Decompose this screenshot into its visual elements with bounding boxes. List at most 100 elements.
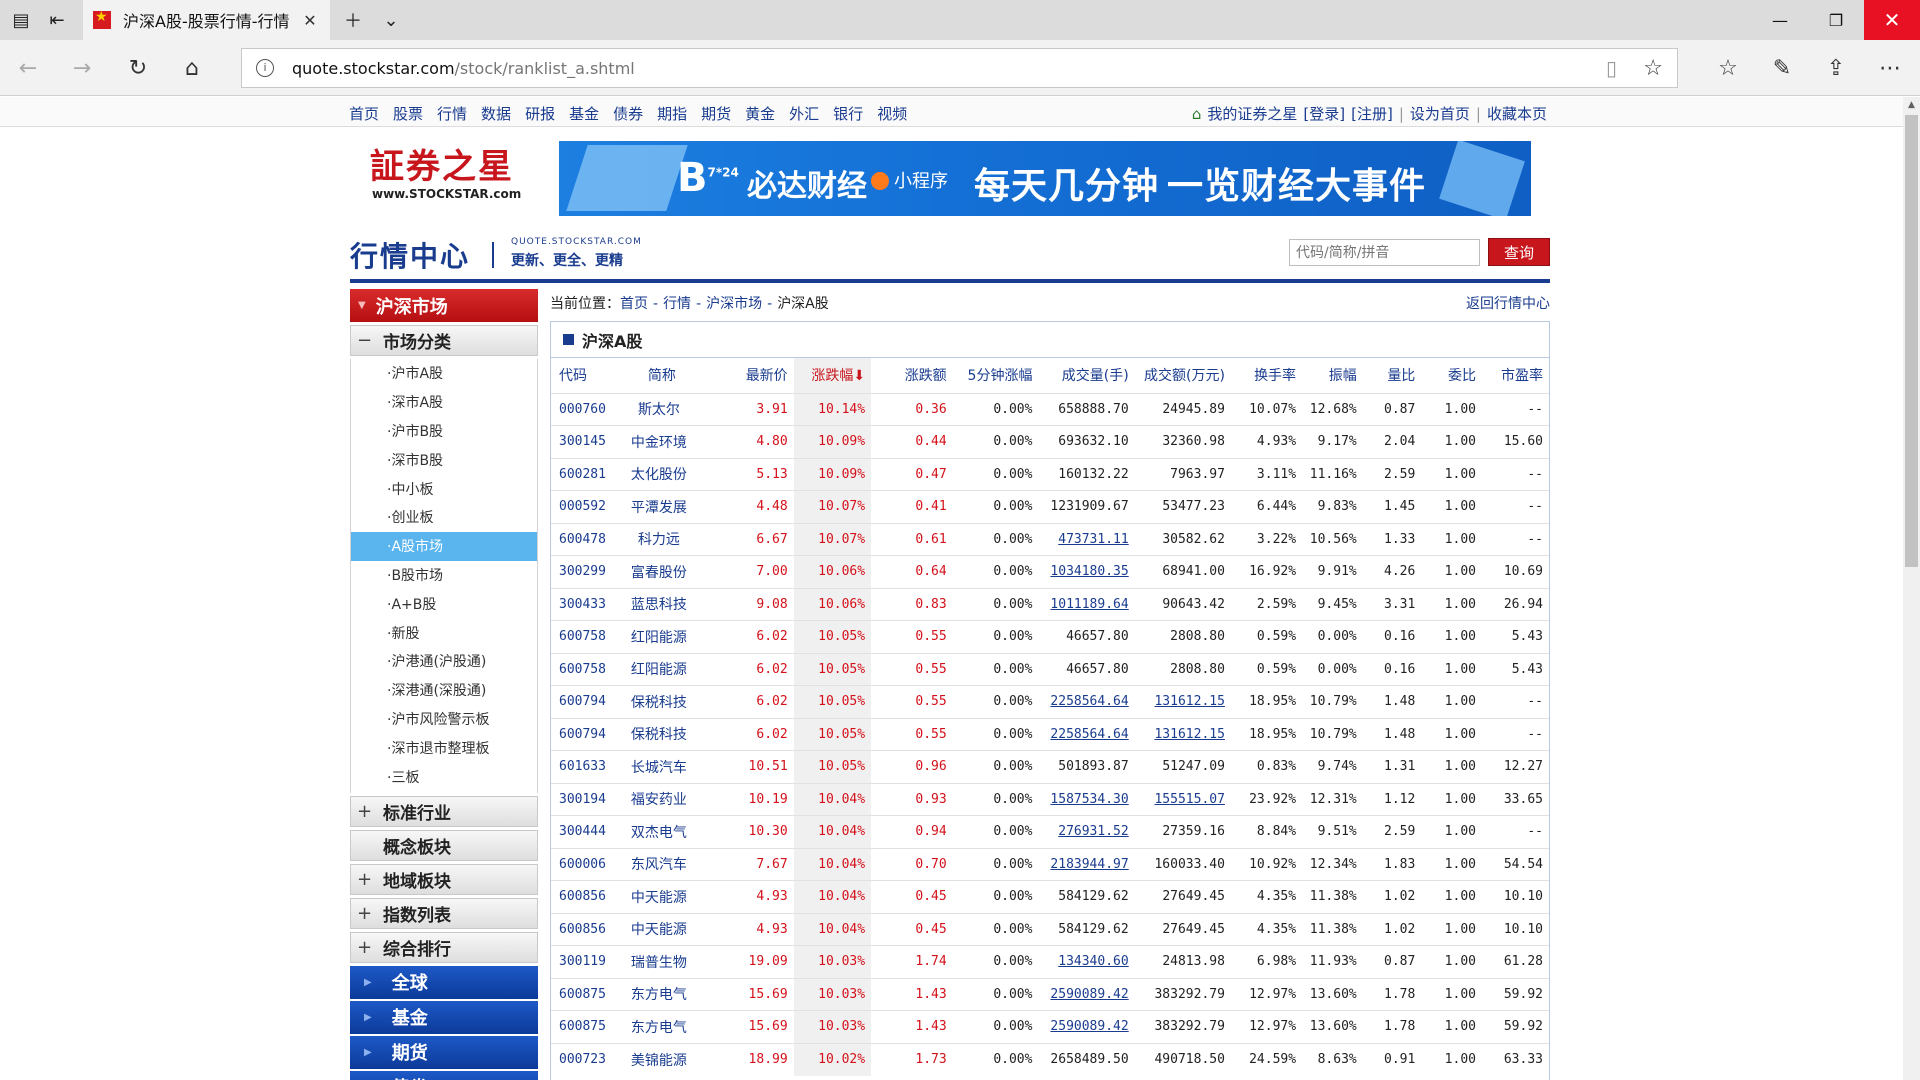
sidebar-blue-item[interactable]: ▶ 期货 [350, 1035, 538, 1069]
sidebar-item[interactable]: ·沪市风险警示板 [351, 705, 537, 734]
stock-code-link[interactable]: 601633 [551, 750, 616, 783]
topnav-link[interactable]: 行情 [437, 103, 467, 124]
sidebar-item[interactable]: ·中小板 [351, 474, 537, 503]
table-cell[interactable]: 2258564.64 [1038, 685, 1135, 718]
stock-code-link[interactable]: 300194 [551, 782, 616, 816]
new-tab-icon[interactable]: ＋ [332, 0, 374, 40]
topnav-link[interactable]: 首页 [349, 103, 379, 124]
stock-code-link[interactable]: 600478 [551, 522, 616, 556]
forward-arrow-icon[interactable]: → [62, 48, 102, 88]
scroll-up-icon[interactable]: ▲ [1903, 97, 1920, 114]
table-row[interactable]: 600794 保税科技 6.02 10.05% 0.55 0.00% 2258564.64 1… [551, 685, 1549, 718]
sidebar-group[interactable]: + 标准行业 [350, 795, 538, 827]
column-header[interactable]: 市盈率 [1482, 358, 1549, 393]
table-cell[interactable]: 2590089.42 [1038, 1010, 1135, 1043]
sidebar-item[interactable]: ·新股 [351, 618, 537, 647]
breadcrumb-market[interactable]: 沪深市场 [706, 296, 762, 312]
table-cell[interactable]: 2258564.64 [1038, 717, 1135, 751]
table-row[interactable]: 600794 保税科技 6.02 10.05% 0.55 0.00% 2258564.64 1… [551, 717, 1549, 751]
topnav-link[interactable]: 研报 [525, 103, 555, 124]
table-cell[interactable]: 473731.11 [1038, 522, 1135, 556]
vertical-scrollbar[interactable]: ▲ [1903, 97, 1920, 1080]
topnav-link[interactable]: 期货 [701, 103, 731, 124]
stock-name-link[interactable]: 瑞普生物 [615, 945, 708, 978]
stock-code-link[interactable]: 000592 [551, 490, 616, 523]
column-header[interactable]: 代码 [551, 358, 616, 393]
stock-code-link[interactable]: 300145 [551, 425, 616, 458]
stock-code-link[interactable]: 600856 [551, 912, 616, 946]
stock-name-link[interactable]: 平潭发展 [615, 490, 708, 523]
stock-code-link[interactable]: 300119 [551, 945, 616, 978]
stock-name-link[interactable]: 太化股份 [615, 457, 708, 491]
browser-tab-active[interactable]: 沪深A股-股票行情-行情 ✕ [83, 0, 330, 40]
table-row[interactable]: 600478 科力远 6.67 10.07% 0.61 0.00% 473731.11 305… [551, 522, 1549, 556]
stock-code-link[interactable]: 600758 [551, 652, 616, 686]
sidebar-group[interactable]: 概念板块 [350, 829, 538, 861]
scrollbar-thumb[interactable] [1905, 115, 1918, 567]
window-close-icon[interactable]: ✕ [1864, 0, 1920, 40]
table-cell[interactable]: 1011189.64 [1038, 587, 1135, 621]
stock-name-link[interactable]: 斯太尔 [615, 392, 708, 426]
column-header[interactable]: 简称 [616, 358, 708, 393]
table-row[interactable]: 600758 红阳能源 6.02 10.05% 0.55 0.00% 46657.80 280… [551, 652, 1549, 686]
stock-name-link[interactable]: 中天能源 [615, 880, 708, 913]
stock-name-link[interactable]: 美锦能源 [615, 1042, 708, 1076]
stock-code-link[interactable]: 300444 [551, 815, 616, 848]
topnav-link[interactable]: 债券 [613, 103, 643, 124]
table-cell[interactable]: 131612.15 [1134, 717, 1231, 751]
table-row[interactable]: 600281 太化股份 5.13 10.09% 0.47 0.00% 160132.22 79… [551, 457, 1549, 491]
table-cell[interactable]: 1034180.35 [1038, 555, 1135, 588]
register-link[interactable]: [注册] [1351, 103, 1393, 124]
column-header[interactable]: 涨跌额 [871, 358, 953, 393]
favorites-hub-icon[interactable]: ☆ [1708, 48, 1748, 88]
table-row[interactable]: 600758 红阳能源 6.02 10.05% 0.55 0.00% 46657.80 280… [551, 620, 1549, 653]
table-row[interactable]: 300119 瑞普生物 19.09 10.03% 1.74 0.00% 134340.60 2… [551, 945, 1549, 978]
close-tab-icon[interactable]: ✕ [300, 11, 320, 30]
home-icon[interactable]: ⌂ [172, 48, 212, 88]
stock-code-link[interactable]: 600758 [551, 620, 616, 653]
topnav-link[interactable]: 黄金 [745, 103, 775, 124]
refresh-icon[interactable]: ↻ [118, 48, 158, 88]
topnav-link[interactable]: 银行 [833, 103, 863, 124]
sidebar-blue-item[interactable]: ▶债券 [350, 1070, 538, 1080]
stock-name-link[interactable]: 东方电气 [615, 977, 708, 1011]
stock-code-link[interactable]: 300433 [551, 587, 616, 621]
topnav-link[interactable]: 视频 [877, 103, 907, 124]
table-row[interactable]: 000592 平潭发展 4.48 10.07% 0.41 0.00% 1231909.67 5… [551, 490, 1549, 523]
stock-name-link[interactable]: 科力远 [615, 522, 708, 556]
stock-code-link[interactable]: 600856 [551, 880, 616, 913]
column-header[interactable]: 量比 [1363, 358, 1422, 393]
more-menu-icon[interactable]: ⋯ [1870, 48, 1910, 88]
chevron-down-icon[interactable]: ⌄ [370, 0, 412, 40]
table-cell[interactable]: 2590089.42 [1038, 977, 1135, 1011]
login-link[interactable]: [登录] [1303, 103, 1345, 124]
stock-name-link[interactable]: 福安药业 [615, 782, 708, 816]
stock-name-link[interactable]: 保税科技 [615, 717, 708, 751]
stock-code-link[interactable]: 000760 [551, 392, 616, 426]
table-row[interactable]: 000760 斯太尔 3.91 10.14% 0.36 0.00% 658888.70 249… [551, 392, 1549, 426]
stock-code-link[interactable]: 600794 [551, 685, 616, 718]
stock-name-link[interactable]: 保税科技 [615, 685, 708, 718]
sidebar-item[interactable]: ·A+B股 [351, 589, 537, 618]
column-header[interactable]: 换手率 [1231, 358, 1302, 393]
tab-aside-icon[interactable]: ⇤ [36, 0, 78, 40]
table-row[interactable]: 600856 中天能源 4.93 10.04% 0.45 0.00% 584129.62 27… [551, 912, 1549, 946]
site-info-icon[interactable]: i [256, 59, 274, 77]
sidebar-group[interactable]: + 综合排行 [350, 931, 538, 963]
stock-code-link[interactable]: 600875 [551, 977, 616, 1011]
table-row[interactable]: 300299 富春股份 7.00 10.06% 0.64 0.00% 1034180.35 6… [551, 555, 1549, 588]
sidebar-group[interactable]: + 地域板块 [350, 863, 538, 895]
stock-name-link[interactable]: 东风汽车 [615, 847, 708, 881]
url-input[interactable]: i quote.stockstar.com/stock/ranklist_a.s… [241, 48, 1678, 88]
stock-code-link[interactable]: 300299 [551, 555, 616, 588]
stock-name-link[interactable]: 富春股份 [615, 555, 708, 588]
stock-name-link[interactable]: 长城汽车 [615, 750, 708, 783]
minimize-icon[interactable]: — [1752, 0, 1808, 40]
table-cell[interactable]: 276931.52 [1038, 815, 1135, 848]
stock-code-link[interactable]: 600006 [551, 847, 616, 881]
stock-name-link[interactable]: 东方电气 [615, 1010, 708, 1043]
table-row[interactable]: 600856 中天能源 4.93 10.04% 0.45 0.00% 584129.62 27… [551, 880, 1549, 913]
table-row[interactable]: 300433 蓝思科技 9.08 10.06% 0.83 0.00% 1011189.64 9… [551, 587, 1549, 621]
sidebar-item[interactable]: ·沪市B股 [351, 417, 537, 446]
pen-notes-icon[interactable]: ✎ [1762, 48, 1802, 88]
